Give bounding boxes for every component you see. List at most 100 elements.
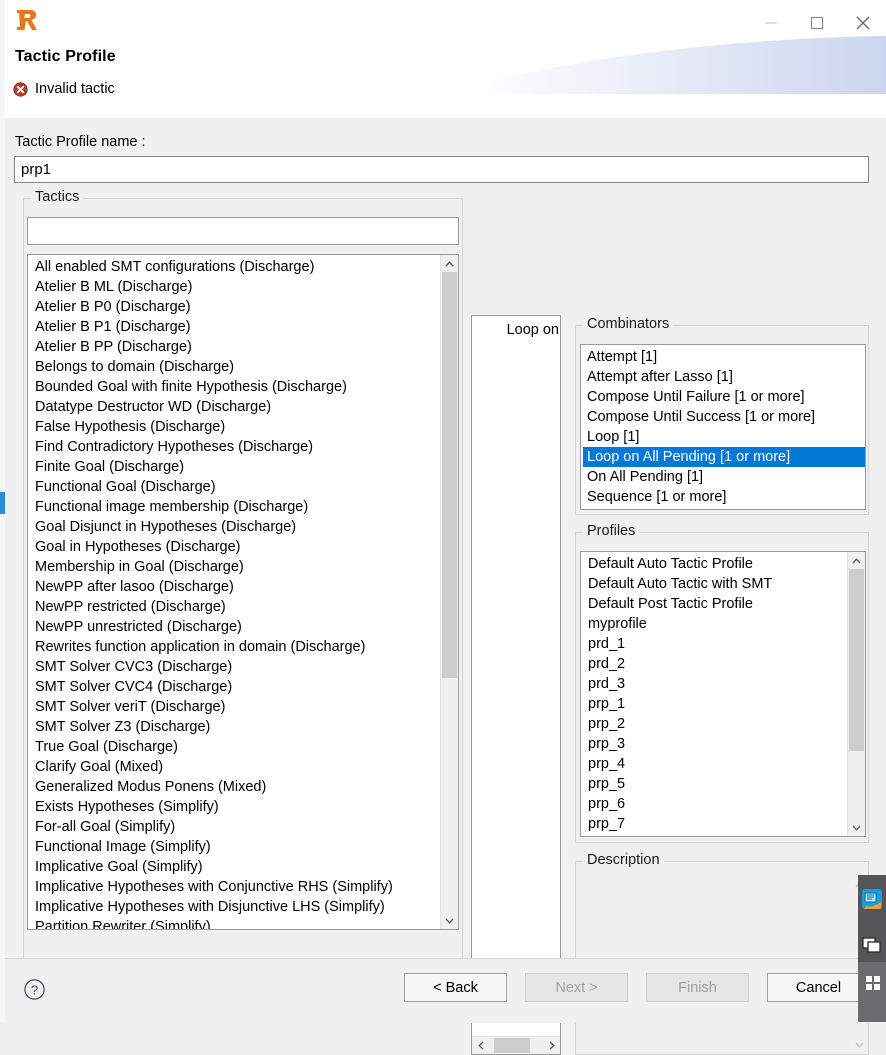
profile-name-input[interactable] [14, 156, 869, 183]
loop-on-scrollbar-thumb[interactable] [494, 1038, 530, 1053]
list-item[interactable]: Implicative Hypotheses with Conjunctive … [31, 877, 441, 897]
list-item[interactable]: prp_2 [584, 714, 848, 734]
list-item[interactable]: SMT Solver veriT (Discharge) [31, 697, 441, 717]
windows-tile-icon[interactable] [866, 976, 880, 990]
list-item[interactable]: Goal Disjunct in Hypotheses (Discharge) [31, 517, 441, 537]
dialog-window: Tactic Profile Invalid tactic Tactic Pro… [0, 0, 886, 1055]
cancel-button[interactable]: Cancel [767, 973, 870, 1002]
validation-message-text: Invalid tactic [35, 81, 115, 97]
list-item[interactable]: Rewrites function application in domain … [31, 637, 441, 657]
combinators-listbox[interactable]: Attempt [1] Attempt after Lasso [1] Compos… [580, 344, 866, 510]
list-item[interactable]: myprofile [584, 614, 848, 634]
tactics-listbox[interactable]: All enabled SMT configurations (Discharg… [27, 254, 459, 930]
list-item[interactable]: prp_5 [584, 774, 848, 794]
list-item[interactable]: prp_3 [584, 734, 848, 754]
profiles-group-label: Profiles [583, 523, 640, 539]
list-item[interactable]: Finite Goal (Discharge) [31, 457, 441, 477]
tactics-vertical-scrollbar[interactable] [440, 255, 458, 929]
list-item[interactable]: SMT Solver CVC4 (Discharge) [31, 677, 441, 697]
list-item[interactable]: Generalized Modus Ponens (Mixed) [31, 777, 441, 797]
list-item[interactable]: Loop [1] [583, 427, 865, 447]
combinators-group-label: Combinators [583, 316, 674, 332]
list-item[interactable]: Loop on All Pending [1 or more] [583, 447, 865, 467]
list-item[interactable]: Default Auto Tactic Profile [584, 554, 848, 574]
tactics-list-items: All enabled SMT configurations (Discharg… [28, 255, 441, 929]
list-item[interactable]: Goal in Hypotheses (Discharge) [31, 537, 441, 557]
list-item[interactable]: On All Pending [1] [583, 467, 865, 487]
list-item[interactable]: Functional Image (Simplify) [31, 837, 441, 857]
close-button[interactable] [840, 0, 886, 46]
maximize-button[interactable] [794, 0, 840, 46]
list-item[interactable]: prp_4 [584, 754, 848, 774]
dialog-footer: ? < Back Next > Finish Cancel [5, 958, 886, 1023]
list-item[interactable]: Default Auto Tactic with SMT [584, 574, 848, 594]
error-icon [13, 81, 28, 97]
list-item[interactable]: prd_3 [584, 674, 848, 694]
list-item[interactable]: Implicative Goal (Simplify) [31, 857, 441, 877]
profiles-list-items: Default Auto Tactic Profile Default Auto … [581, 552, 848, 836]
list-item[interactable]: Sequence [1 or more] [583, 487, 865, 507]
list-item[interactable]: SMT Solver CVC3 (Discharge) [31, 657, 441, 677]
list-item[interactable]: NewPP unrestricted (Discharge) [31, 617, 441, 637]
list-item[interactable]: Atelier B PP (Discharge) [31, 337, 441, 357]
list-item[interactable]: Partition Rewriter (Simplify) [31, 917, 441, 929]
list-item[interactable]: Functional image membership (Discharge) [31, 497, 441, 517]
list-item[interactable]: Bounded Goal with finite Hypothesis (Dis… [31, 377, 441, 397]
list-item[interactable]: Attempt [1] [583, 347, 865, 367]
scroll-up-icon[interactable] [848, 552, 865, 569]
list-item[interactable]: False Hypothesis (Discharge) [31, 417, 441, 437]
minimize-button[interactable] [748, 0, 794, 46]
list-item[interactable]: Attempt after Lasso [1] [583, 367, 865, 387]
list-item[interactable]: Membership in Goal (Discharge) [31, 557, 441, 577]
scroll-down-icon[interactable] [851, 1036, 868, 1053]
app-window-icon[interactable] [862, 935, 882, 955]
tactics-scrollbar-thumb[interactable] [442, 272, 457, 678]
list-item[interactable]: Compose Until Success [1 or more] [583, 407, 865, 427]
list-item[interactable]: NewPP restricted (Discharge) [31, 597, 441, 617]
list-item[interactable]: True Goal (Discharge) [31, 737, 441, 757]
description-group-label: Description [583, 852, 664, 868]
scroll-up-icon[interactable] [441, 255, 458, 272]
list-item[interactable]: Functional Goal (Discharge) [31, 477, 441, 497]
window-controls [748, 0, 886, 46]
scroll-down-icon[interactable] [441, 912, 458, 929]
scroll-right-icon[interactable] [543, 1037, 560, 1054]
profiles-listbox[interactable]: Default Auto Tactic Profile Default Auto … [580, 551, 866, 837]
profiles-vertical-scrollbar[interactable] [847, 552, 865, 836]
list-item[interactable]: Exists Hypotheses (Simplify) [31, 797, 441, 817]
scroll-left-icon[interactable] [472, 1037, 489, 1054]
list-item[interactable]: Implicative Hypotheses with Disjunctive … [31, 897, 441, 917]
list-item[interactable]: Belongs to domain (Discharge) [31, 357, 441, 377]
list-item[interactable]: prp_7 [584, 814, 848, 834]
list-item[interactable]: prp_6 [584, 794, 848, 814]
selected-tactic-tree-listbox[interactable]: Loop on [471, 315, 561, 1055]
network-globe-icon[interactable] [862, 889, 882, 909]
tactics-group-label: Tactics [31, 189, 84, 205]
list-item[interactable]: SMT Solver Z3 (Discharge) [31, 717, 441, 737]
list-item[interactable]: Atelier B P1 (Discharge) [31, 317, 441, 337]
profile-name-label: Tactic Profile name : [15, 134, 146, 150]
list-item[interactable]: Atelier B P0 (Discharge) [31, 297, 441, 317]
list-item[interactable]: Datatype Destructor WD (Discharge) [31, 397, 441, 417]
list-item[interactable]: Default Post Tactic Profile [584, 594, 848, 614]
page-title: Tactic Profile [15, 48, 116, 65]
tactics-filter-input[interactable] [27, 217, 459, 245]
list-item[interactable]: Compose Until Failure [1 or more] [583, 387, 865, 407]
list-item[interactable]: Find Contradictory Hypotheses (Discharge… [31, 437, 441, 457]
profiles-group: Profiles Default Auto Tactic Profile Defa… [575, 523, 869, 843]
list-item[interactable]: Atelier B ML (Discharge) [31, 277, 441, 297]
loop-on-horizontal-scrollbar[interactable] [472, 1036, 560, 1054]
list-item[interactable]: Loop on [472, 320, 560, 340]
help-question-icon[interactable]: ? [23, 978, 46, 1001]
list-item[interactable]: For-all Goal (Simplify) [31, 817, 441, 837]
list-item[interactable]: All enabled SMT configurations (Discharg… [31, 257, 441, 277]
list-item[interactable]: prd_2 [584, 654, 848, 674]
list-item[interactable]: prd_1 [584, 634, 848, 654]
list-item[interactable]: prp_1 [584, 694, 848, 714]
profiles-scrollbar-thumb[interactable] [849, 569, 864, 751]
scroll-down-icon[interactable] [848, 819, 865, 836]
list-item[interactable]: NewPP after lasoo (Discharge) [31, 577, 441, 597]
desktop-dock-strip [858, 875, 886, 1022]
list-item[interactable]: Clarify Goal (Mixed) [31, 757, 441, 777]
back-button[interactable]: < Back [404, 973, 507, 1002]
